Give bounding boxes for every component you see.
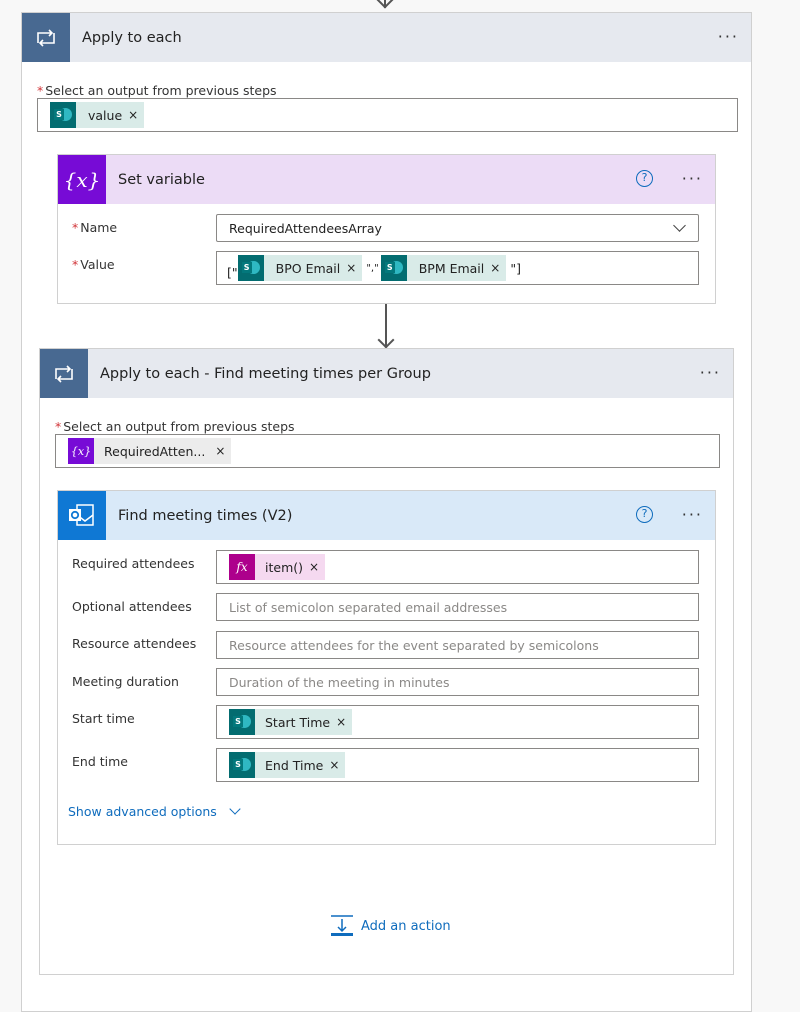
add-action-label: Add an action (361, 918, 451, 934)
label-text: Value (80, 257, 115, 272)
dynamic-token[interactable]: BPO Email × (237, 255, 363, 281)
dynamic-token[interactable]: End Time × (229, 752, 346, 778)
token-label: BPM Email (418, 260, 485, 276)
token-label: End Time (265, 757, 324, 773)
required-attendees-input[interactable]: fx item() × (216, 550, 699, 584)
value-text: "] (510, 260, 521, 276)
start-time-input[interactable]: Start Time × (216, 705, 699, 739)
add-action-icon (331, 915, 353, 936)
apply-to-each-inner-card: Apply to each - Find meeting times per G… (39, 348, 734, 975)
end-time-label: End time (72, 754, 128, 769)
function-icon: fx (229, 554, 255, 580)
loop-icon (22, 13, 70, 62)
more-options-button[interactable]: ··· (682, 169, 703, 188)
placeholder: List of semicolon separated email addres… (229, 599, 508, 615)
token-label: Start Time (265, 714, 331, 730)
set-variable-card: {x} Set variable ? ··· * Name RequiredAtt… (57, 154, 716, 304)
help-icon[interactable]: ? (636, 170, 653, 187)
set-variable-header[interactable]: {x} Set variable ? ··· (58, 155, 715, 204)
dropdown-value: RequiredAttendeesArray (229, 220, 382, 236)
sharepoint-icon (229, 709, 255, 735)
loop-icon (40, 349, 88, 398)
remove-token-icon[interactable]: × (211, 444, 231, 458)
token-label: BPO Email (275, 260, 341, 276)
select-output-input[interactable]: {x} RequiredAtten... × (55, 434, 720, 468)
remove-token-icon[interactable]: × (309, 560, 325, 574)
remove-token-icon[interactable]: × (128, 108, 144, 122)
required-attendees-label: Required attendees (72, 556, 195, 571)
more-options-button[interactable]: ··· (718, 27, 739, 46)
value-label: * Value (72, 257, 115, 272)
sharepoint-icon (229, 752, 255, 778)
label-text: Select an output from previous steps (45, 83, 277, 98)
end-time-input[interactable]: End Time × (216, 748, 699, 782)
remove-token-icon[interactable]: × (329, 758, 345, 772)
more-options-button[interactable]: ··· (700, 363, 721, 382)
label-text: Name (80, 220, 118, 235)
optional-attendees-input[interactable]: List of semicolon separated email addres… (216, 593, 699, 621)
link-text: Show advanced options (68, 804, 217, 819)
token-label: item() (265, 559, 303, 575)
remove-token-icon[interactable]: × (346, 261, 362, 275)
dynamic-token[interactable]: {x} RequiredAtten... × (68, 438, 232, 464)
card-title: Apply to each (82, 29, 182, 46)
placeholder: Duration of the meeting in minutes (229, 674, 450, 690)
apply-to-each-card: Apply to each ··· * Select an output from… (21, 12, 752, 1012)
apply-to-each-inner-header[interactable]: Apply to each - Find meeting times per G… (40, 349, 733, 398)
select-output-input[interactable]: value × (37, 98, 738, 132)
add-action-button[interactable]: Add an action (330, 915, 451, 937)
meeting-duration-input[interactable]: Duration of the meeting in minutes (216, 668, 699, 696)
name-label: * Name (72, 220, 118, 235)
select-output-label: * Select an output from previous steps (55, 419, 295, 434)
help-icon[interactable]: ? (636, 506, 653, 523)
name-dropdown[interactable]: RequiredAttendeesArray (216, 214, 699, 242)
optional-attendees-label: Optional attendees (72, 599, 192, 614)
dynamic-token[interactable]: BPM Email × (380, 255, 507, 281)
chevron-down-icon (229, 803, 241, 815)
resource-attendees-label: Resource attendees (72, 636, 197, 651)
start-time-label: Start time (72, 711, 135, 726)
card-title: Apply to each - Find meeting times per G… (100, 365, 431, 382)
select-output-label: * Select an output from previous steps (37, 83, 277, 98)
expression-token[interactable]: fx item() × (229, 554, 326, 580)
more-options-button[interactable]: ··· (682, 505, 703, 524)
arrow-head-icon (377, 331, 395, 349)
resource-attendees-input[interactable]: Resource attendees for the event separat… (216, 631, 699, 659)
remove-token-icon[interactable]: × (336, 715, 352, 729)
meeting-duration-label: Meeting duration (72, 674, 179, 689)
sharepoint-icon (237, 255, 264, 281)
token-label: RequiredAtten... (104, 443, 206, 459)
variable-icon: {x} (58, 155, 106, 204)
placeholder: Resource attendees for the event separat… (229, 637, 599, 653)
value-input[interactable]: [" BPO Email × "," BPM Email × "] (216, 251, 699, 285)
apply-to-each-header[interactable]: Apply to each ··· (22, 13, 751, 62)
find-meeting-times-header[interactable]: Find meeting times (V2) ? ··· (58, 491, 715, 540)
sharepoint-icon (50, 102, 76, 128)
arrow-head-icon (376, 0, 394, 9)
remove-token-icon[interactable]: × (490, 261, 506, 275)
dynamic-token[interactable]: Start Time × (229, 709, 353, 735)
token-label: value (88, 107, 123, 123)
outlook-icon (58, 491, 106, 540)
card-title: Find meeting times (V2) (118, 507, 293, 524)
variable-icon: {x} (68, 438, 94, 464)
label-text: Select an output from previous steps (63, 419, 295, 434)
dynamic-token[interactable]: value × (50, 102, 145, 128)
find-meeting-times-card: Find meeting times (V2) ? ··· Required a… (57, 490, 716, 845)
chevron-down-icon (673, 219, 686, 232)
show-advanced-options-link[interactable]: Show advanced options (68, 803, 241, 819)
value-text: "," (366, 262, 379, 274)
card-title: Set variable (118, 171, 205, 188)
sharepoint-icon (380, 255, 407, 281)
value-text: [" (227, 264, 238, 280)
